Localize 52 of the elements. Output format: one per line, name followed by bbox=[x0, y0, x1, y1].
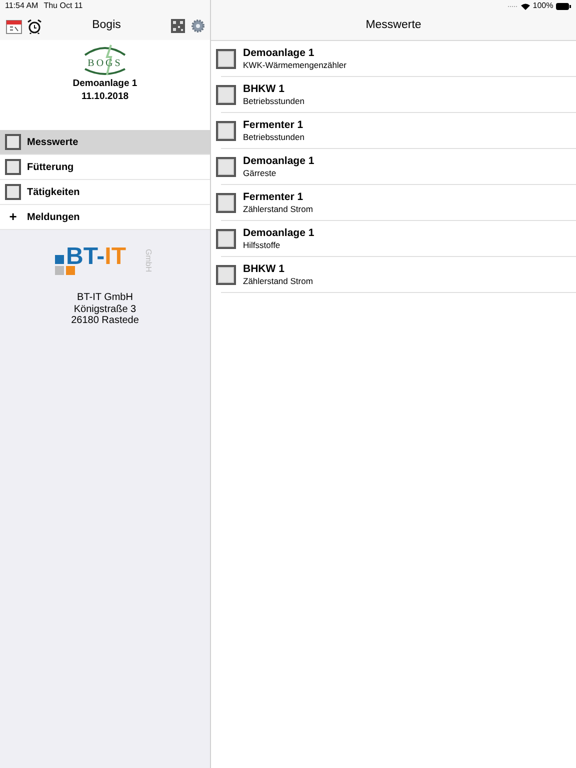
status-date: Thu Oct 11 bbox=[44, 0, 83, 12]
square-icon bbox=[216, 229, 236, 249]
sidebar-item[interactable]: + Meldungen bbox=[0, 205, 210, 230]
sidebar-item-label: Messwerte bbox=[27, 136, 78, 150]
plant-date: 11.10.2018 bbox=[81, 90, 129, 104]
square-icon bbox=[216, 121, 236, 141]
square-icon bbox=[216, 193, 236, 213]
sidebar-item-label: Meldungen bbox=[27, 210, 80, 224]
row-title[interactable]: BHKW 1 bbox=[243, 83, 304, 96]
row-title[interactable]: Demoanlage 1 bbox=[243, 227, 314, 240]
sidebar-item[interactable]: Messwerte bbox=[0, 130, 210, 155]
row-subtitle: Gärreste bbox=[243, 168, 278, 179]
sidebar-item-label: Fütterung bbox=[27, 160, 74, 174]
sidebar-item[interactable]: Fütterung bbox=[0, 155, 210, 180]
bt-it-logo: BT-IT GmbH bbox=[53, 241, 157, 281]
row-subtitle: Betriebsstunden bbox=[243, 132, 304, 143]
calendar-icon[interactable] bbox=[6, 18, 22, 34]
page-title: Messwerte bbox=[366, 18, 422, 34]
row-subtitle: Hilfsstoffe bbox=[243, 240, 282, 251]
battery-icon bbox=[556, 2, 571, 10]
sidebar-title: Bogis bbox=[91, 18, 122, 34]
square-icon bbox=[5, 134, 21, 150]
row-subtitle: Zählerstand Strom bbox=[243, 204, 313, 215]
row-subtitle: Betriebsstunden bbox=[243, 96, 304, 107]
row-title[interactable]: Fermenter 1 bbox=[243, 191, 313, 204]
address-line: BT-IT GmbH bbox=[76, 292, 134, 304]
sidebar-item-label: Tätigkeiten bbox=[27, 186, 80, 200]
battery-percent: 100% bbox=[532, 0, 554, 12]
row-title[interactable]: Demoanlage 1 bbox=[243, 155, 314, 168]
square-icon bbox=[216, 157, 236, 177]
square-icon bbox=[5, 159, 21, 175]
status-time: 11:54 AM bbox=[5, 0, 38, 12]
row-title[interactable]: Fermenter 1 bbox=[243, 119, 304, 132]
alarm-clock-icon[interactable] bbox=[27, 18, 42, 34]
square-icon bbox=[216, 49, 236, 69]
row-title[interactable]: BHKW 1 bbox=[243, 263, 313, 276]
square-icon bbox=[216, 85, 236, 105]
bogs-logo: BOGS bbox=[81, 42, 129, 77]
row-title[interactable]: Demoanlage 1 bbox=[243, 47, 346, 60]
address-line: Königstraße 3 bbox=[72, 304, 138, 315]
row-subtitle: KWK-Wärmemengenzähler bbox=[243, 60, 346, 71]
plus-icon: + bbox=[5, 207, 21, 227]
row-subtitle: Zählerstand Strom bbox=[243, 276, 313, 287]
wifi-icon bbox=[521, 2, 530, 10]
square-icon bbox=[216, 265, 236, 285]
signal-icon bbox=[508, 4, 518, 8]
settings-icon[interactable] bbox=[190, 19, 204, 33]
square-icon bbox=[5, 184, 21, 200]
plant-name: Demoanlage 1 bbox=[72, 76, 138, 90]
address-line: 26180 Rastede bbox=[71, 315, 139, 326]
qr-code-icon[interactable] bbox=[171, 19, 185, 33]
sidebar-item[interactable]: Tätigkeiten bbox=[0, 180, 210, 205]
